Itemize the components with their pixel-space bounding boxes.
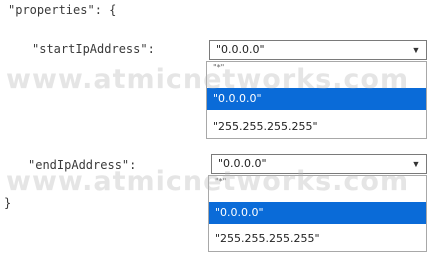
end-ip-option-broadcast[interactable]: "255.255.255.255" — [209, 228, 426, 250]
start-ip-options: "*" "0.0.0.0" "255.255.255.255" — [206, 61, 427, 139]
start-ip-dropdown-value: "0.0.0.0" — [216, 43, 265, 56]
start-ip-option-broadcast[interactable]: "255.255.255.255" — [207, 116, 426, 138]
code-start-ip-label: "startIpAddress": — [32, 42, 155, 56]
end-ip-dropdown[interactable]: "0.0.0.0" ▼ — [211, 154, 427, 174]
end-ip-option-spacer — [209, 188, 426, 202]
end-ip-options: "*" "0.0.0.0" "255.255.255.255" — [208, 175, 427, 252]
start-ip-option-spacer — [207, 74, 426, 88]
start-ip-dropdown[interactable]: "0.0.0.0" ▼ — [209, 40, 427, 60]
triangle-down-icon[interactable]: ▼ — [406, 155, 426, 173]
start-ip-option-any[interactable]: "*" — [207, 62, 426, 74]
start-ip-option-zero[interactable]: "0.0.0.0" — [207, 88, 426, 110]
triangle-down-icon[interactable]: ▼ — [406, 41, 426, 59]
code-end-ip-label: "endIpAddress": — [28, 158, 137, 172]
code-properties-close: } — [4, 196, 12, 210]
end-ip-option-any[interactable]: "*" — [209, 176, 426, 188]
code-properties-open: "properties": { — [8, 3, 117, 17]
end-ip-dropdown-value: "0.0.0.0" — [218, 157, 267, 170]
end-ip-option-zero[interactable]: "0.0.0.0" — [209, 202, 426, 224]
